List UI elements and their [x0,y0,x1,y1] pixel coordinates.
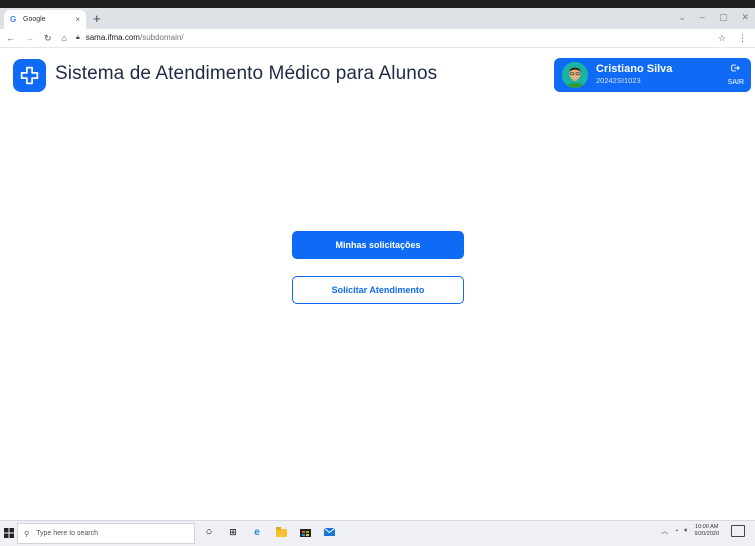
store-icon[interactable] [299,526,311,538]
file-explorer-icon[interactable] [275,526,287,538]
tab-strip: G Google × + ⌄ – ▢ ✕ [0,8,755,29]
network-icon[interactable]: ◔ [674,528,678,535]
browser-tab[interactable]: G Google × [4,10,86,29]
bookmark-star-icon[interactable]: ☆ [718,31,726,45]
home-icon[interactable]: ⌂ [62,31,67,45]
task-view-icon[interactable]: ⊞ [227,526,239,538]
notifications-icon[interactable] [731,525,745,537]
clock[interactable]: 10:00 AM 9/20/2020 [695,524,719,538]
navigation-controls: ← → ↻ ⌂ [6,31,67,45]
reload-icon[interactable]: ↻ [44,31,52,45]
close-window-icon[interactable]: ✕ [741,12,749,23]
window-controls: ⌄ – ▢ ✕ [678,12,749,23]
my-requests-button[interactable]: Minhas solicitações [292,231,464,259]
cortana-icon[interactable]: ○ [203,526,215,538]
app-logo [13,59,46,92]
back-icon[interactable]: ← [6,31,15,45]
tab-title: Google [23,16,46,23]
request-appointment-button[interactable]: Solicitar Atendimento [292,276,464,304]
edge-browser-icon[interactable]: e [251,526,263,538]
user-avatar-icon [562,62,588,88]
tab-search-icon[interactable]: ⌄ [678,12,686,23]
logout-icon[interactable] [730,63,740,73]
forward-icon[interactable]: → [25,31,34,45]
user-card: Cristiano Silva 20242SI1023 SAIR [554,58,751,92]
windows-start-icon[interactable] [4,528,14,538]
minimize-icon[interactable]: – [700,12,705,23]
medical-cross-icon [20,66,39,85]
new-tab-button[interactable]: + [93,11,101,26]
avatar [562,62,588,88]
url-field[interactable]: 🔒︎ sama.ifma.com/subdomain/ [76,31,184,45]
browser-window: G Google × + ⌄ – ▢ ✕ ← → ↻ ⌂ 🔒︎ sama.ifm… [0,0,755,520]
search-icon: ⚲ [24,530,30,538]
page-title: Sistema de Atendimento Médico para Aluno… [55,63,438,84]
tray-chevron-icon[interactable]: ︿ [661,526,668,536]
user-name: Cristiano Silva [596,63,673,75]
maximize-icon[interactable]: ▢ [719,12,728,23]
taskbar-search-input[interactable]: ⚲ Type here to search [17,523,195,544]
volume-icon[interactable]: 🔈︎ [684,527,688,535]
address-bar: ← → ↻ ⌂ 🔒︎ sama.ifma.com/subdomain/ ☆ ⋮ [0,29,755,48]
taskbar-apps: ○ ⊞ e [203,526,335,538]
url-host: sama.ifma.com [85,33,140,42]
search-placeholder: Type here to search [36,530,99,537]
lock-icon[interactable]: 🔒︎ [76,31,80,45]
taskbar: ⚲ Type here to search ○ ⊞ e ︿ ◔ 🔈︎ 10:00… [0,520,755,546]
address-bar-actions: ☆ ⋮ [718,31,747,45]
google-favicon-icon: G [10,15,17,24]
browser-menu-icon[interactable]: ⋮ [738,31,747,45]
tab-close-icon[interactable]: × [75,15,80,24]
system-tray: ︿ ◔ 🔈︎ 10:00 AM 9/20/2020 [661,524,745,538]
mail-icon[interactable] [323,526,335,538]
user-id: 20242SI1023 [596,76,641,85]
logout-button[interactable]: SAIR [728,79,744,86]
window-top-border [0,0,755,8]
clock-date: 9/20/2020 [694,531,719,537]
clock-time: 10:00 AM [695,524,719,530]
url-path: /subdomain/ [139,33,184,42]
